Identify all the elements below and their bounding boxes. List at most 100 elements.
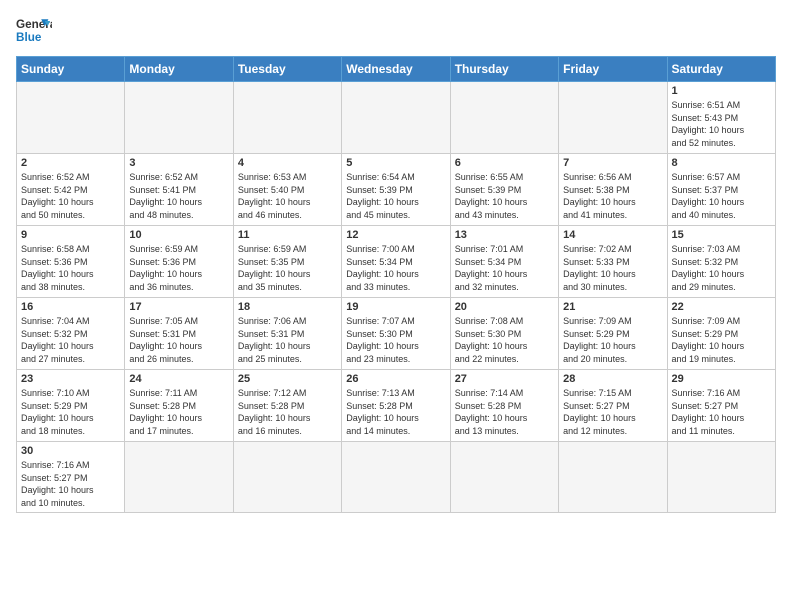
weekday-monday: Monday: [125, 57, 233, 82]
day-cell: 25 Sunrise: 7:12 AM Sunset: 5:28 PM Dayli…: [233, 370, 341, 442]
day-cell: 15 Sunrise: 7:03 AM Sunset: 5:32 PM Dayli…: [667, 226, 775, 298]
day-info: Sunrise: 7:08 AM Sunset: 5:30 PM Dayligh…: [455, 315, 554, 365]
day-info: Sunrise: 7:15 AM Sunset: 5:27 PM Dayligh…: [563, 387, 662, 437]
day-info: Sunrise: 7:05 AM Sunset: 5:31 PM Dayligh…: [129, 315, 228, 365]
day-info: Sunrise: 7:16 AM Sunset: 5:27 PM Dayligh…: [21, 459, 120, 509]
week-row-4: 23 Sunrise: 7:10 AM Sunset: 5:29 PM Dayli…: [17, 370, 776, 442]
day-number: 12: [346, 229, 445, 241]
day-info: Sunrise: 7:06 AM Sunset: 5:31 PM Dayligh…: [238, 315, 337, 365]
day-cell: 9 Sunrise: 6:58 AM Sunset: 5:36 PM Daylig…: [17, 226, 125, 298]
day-number: 25: [238, 373, 337, 385]
day-number: 19: [346, 301, 445, 313]
day-cell: 30 Sunrise: 7:16 AM Sunset: 5:27 PM Dayli…: [17, 442, 125, 513]
day-cell: [125, 82, 233, 154]
day-number: 9: [21, 229, 120, 241]
day-info: Sunrise: 6:57 AM Sunset: 5:37 PM Dayligh…: [672, 171, 771, 221]
day-number: 5: [346, 157, 445, 169]
svg-text:Blue: Blue: [16, 31, 42, 44]
day-number: 23: [21, 373, 120, 385]
day-cell: 16Sunrise: 7:04 AM Sunset: 5:32 PM Dayli…: [17, 298, 125, 370]
day-info: Sunrise: 6:59 AM Sunset: 5:35 PM Dayligh…: [238, 243, 337, 293]
day-info: Sunrise: 7:03 AM Sunset: 5:32 PM Dayligh…: [672, 243, 771, 293]
day-cell: [342, 442, 450, 513]
day-number: 11: [238, 229, 337, 241]
weekday-saturday: Saturday: [667, 57, 775, 82]
day-number: 15: [672, 229, 771, 241]
day-cell: 18Sunrise: 7:06 AM Sunset: 5:31 PM Dayli…: [233, 298, 341, 370]
day-number: 21: [563, 301, 662, 313]
day-number: 2: [21, 157, 120, 169]
day-info: Sunrise: 7:09 AM Sunset: 5:29 PM Dayligh…: [563, 315, 662, 365]
day-cell: 27 Sunrise: 7:14 AM Sunset: 5:28 PM Dayli…: [450, 370, 558, 442]
day-cell: 4 Sunrise: 6:53 AM Sunset: 5:40 PM Daylig…: [233, 154, 341, 226]
day-number: 13: [455, 229, 554, 241]
weekday-header-row: SundayMondayTuesdayWednesdayThursdayFrid…: [17, 57, 776, 82]
day-info: Sunrise: 7:12 AM Sunset: 5:28 PM Dayligh…: [238, 387, 337, 437]
day-info: Sunrise: 7:01 AM Sunset: 5:34 PM Dayligh…: [455, 243, 554, 293]
day-info: Sunrise: 7:16 AM Sunset: 5:27 PM Dayligh…: [672, 387, 771, 437]
day-info: Sunrise: 6:52 AM Sunset: 5:42 PM Dayligh…: [21, 171, 120, 221]
day-cell: 2 Sunrise: 6:52 AM Sunset: 5:42 PM Daylig…: [17, 154, 125, 226]
day-cell: [450, 442, 558, 513]
day-info: Sunrise: 6:56 AM Sunset: 5:38 PM Dayligh…: [563, 171, 662, 221]
day-info: Sunrise: 7:14 AM Sunset: 5:28 PM Dayligh…: [455, 387, 554, 437]
day-cell: [125, 442, 233, 513]
day-cell: 13 Sunrise: 7:01 AM Sunset: 5:34 PM Dayli…: [450, 226, 558, 298]
day-cell: 10Sunrise: 6:59 AM Sunset: 5:36 PM Dayli…: [125, 226, 233, 298]
day-number: 6: [455, 157, 554, 169]
day-number: 8: [672, 157, 771, 169]
day-info: Sunrise: 6:53 AM Sunset: 5:40 PM Dayligh…: [238, 171, 337, 221]
day-cell: [342, 82, 450, 154]
day-cell: 5 Sunrise: 6:54 AM Sunset: 5:39 PM Daylig…: [342, 154, 450, 226]
day-number: 28: [563, 373, 662, 385]
day-number: 27: [455, 373, 554, 385]
day-cell: 24 Sunrise: 7:11 AM Sunset: 5:28 PM Dayli…: [125, 370, 233, 442]
day-info: Sunrise: 6:59 AM Sunset: 5:36 PM Dayligh…: [129, 243, 228, 293]
logo: General Blue: [16, 12, 52, 48]
day-cell: 7 Sunrise: 6:56 AM Sunset: 5:38 PM Daylig…: [559, 154, 667, 226]
weekday-friday: Friday: [559, 57, 667, 82]
day-number: 30: [21, 445, 120, 457]
weekday-wednesday: Wednesday: [342, 57, 450, 82]
day-cell: [667, 442, 775, 513]
page: General Blue SundayMondayTuesdayWednesda…: [0, 0, 792, 612]
day-cell: 23 Sunrise: 7:10 AM Sunset: 5:29 PM Dayli…: [17, 370, 125, 442]
day-number: 4: [238, 157, 337, 169]
day-number: 17: [129, 301, 228, 313]
day-cell: 11 Sunrise: 6:59 AM Sunset: 5:35 PM Dayli…: [233, 226, 341, 298]
day-info: Sunrise: 7:00 AM Sunset: 5:34 PM Dayligh…: [346, 243, 445, 293]
day-cell: [559, 82, 667, 154]
day-number: 3: [129, 157, 228, 169]
day-cell: 12 Sunrise: 7:00 AM Sunset: 5:34 PM Dayli…: [342, 226, 450, 298]
day-cell: [233, 442, 341, 513]
day-info: Sunrise: 6:54 AM Sunset: 5:39 PM Dayligh…: [346, 171, 445, 221]
weekday-sunday: Sunday: [17, 57, 125, 82]
day-info: Sunrise: 7:07 AM Sunset: 5:30 PM Dayligh…: [346, 315, 445, 365]
day-info: Sunrise: 6:55 AM Sunset: 5:39 PM Dayligh…: [455, 171, 554, 221]
day-cell: 20 Sunrise: 7:08 AM Sunset: 5:30 PM Dayli…: [450, 298, 558, 370]
day-info: Sunrise: 7:13 AM Sunset: 5:28 PM Dayligh…: [346, 387, 445, 437]
day-info: Sunrise: 6:52 AM Sunset: 5:41 PM Dayligh…: [129, 171, 228, 221]
day-info: Sunrise: 7:04 AM Sunset: 5:32 PM Dayligh…: [21, 315, 120, 365]
week-row-0: 1Sunrise: 6:51 AM Sunset: 5:43 PM Daylig…: [17, 82, 776, 154]
header: General Blue: [16, 12, 776, 48]
day-cell: 1Sunrise: 6:51 AM Sunset: 5:43 PM Daylig…: [667, 82, 775, 154]
day-cell: 26 Sunrise: 7:13 AM Sunset: 5:28 PM Dayli…: [342, 370, 450, 442]
day-cell: 21 Sunrise: 7:09 AM Sunset: 5:29 PM Dayli…: [559, 298, 667, 370]
day-number: 1: [672, 85, 771, 97]
day-cell: 8 Sunrise: 6:57 AM Sunset: 5:37 PM Daylig…: [667, 154, 775, 226]
day-number: 24: [129, 373, 228, 385]
week-row-3: 16Sunrise: 7:04 AM Sunset: 5:32 PM Dayli…: [17, 298, 776, 370]
day-info: Sunrise: 7:10 AM Sunset: 5:29 PM Dayligh…: [21, 387, 120, 437]
week-row-2: 9 Sunrise: 6:58 AM Sunset: 5:36 PM Daylig…: [17, 226, 776, 298]
day-info: Sunrise: 7:11 AM Sunset: 5:28 PM Dayligh…: [129, 387, 228, 437]
day-number: 29: [672, 373, 771, 385]
day-cell: 17 Sunrise: 7:05 AM Sunset: 5:31 PM Dayli…: [125, 298, 233, 370]
day-number: 7: [563, 157, 662, 169]
day-number: 26: [346, 373, 445, 385]
day-number: 22: [672, 301, 771, 313]
day-info: Sunrise: 6:58 AM Sunset: 5:36 PM Dayligh…: [21, 243, 120, 293]
weekday-tuesday: Tuesday: [233, 57, 341, 82]
day-cell: [233, 82, 341, 154]
day-number: 20: [455, 301, 554, 313]
